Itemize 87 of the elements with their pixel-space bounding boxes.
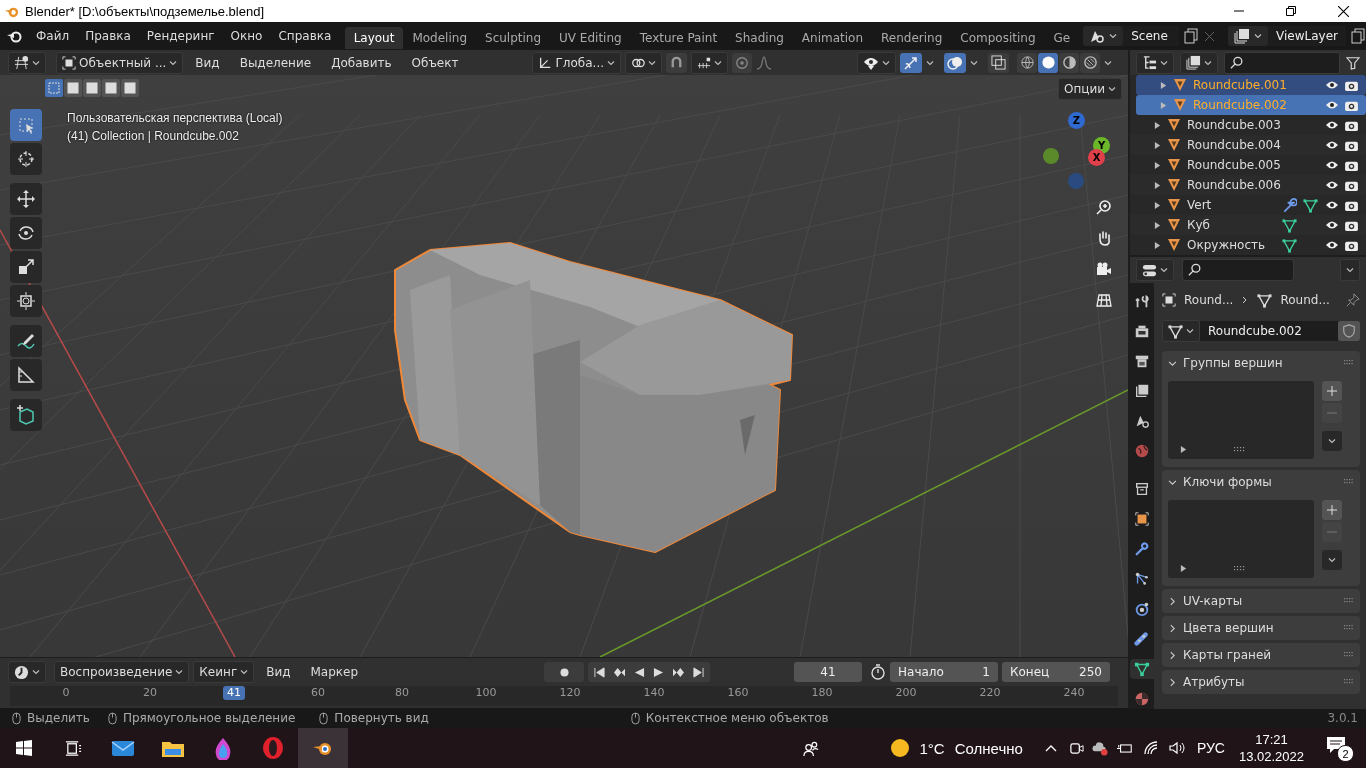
outliner-row[interactable]: Окружность [1130, 235, 1366, 255]
object-name: Vert [1187, 198, 1213, 212]
breadcrumb-item[interactable]: Round... [1280, 293, 1330, 307]
panel-title: Группы вершин [1183, 356, 1283, 370]
status-hint: Прямоугольное выделение [122, 711, 296, 725]
menu-item[interactable]: Вид [187, 55, 228, 70]
menu-item[interactable]: Окно [222, 29, 271, 43]
menu-item[interactable]: Выделение [231, 55, 320, 70]
frame-number: 0 [62, 686, 70, 701]
version-text: 3.0.1 [1327, 711, 1358, 725]
menu-item[interactable]: Объект [403, 55, 467, 70]
data-name-field[interactable]: Roundcube.002 [1200, 321, 1338, 341]
workspace-tab[interactable]: Sculpting [476, 27, 551, 49]
workspace-tab[interactable]: Layout [344, 27, 404, 49]
workspace-tab[interactable]: Compositing [951, 27, 1045, 49]
clock-time[interactable]: 17:21 [1255, 731, 1288, 748]
panel-title: Карты граней [1183, 648, 1272, 662]
clock-date[interactable]: 13.02.2022 [1238, 748, 1304, 765]
outliner-row[interactable]: Roundcube.001 [1136, 75, 1366, 95]
scene-field[interactable]: Scene [1123, 26, 1180, 46]
notification-count: 2 [1337, 745, 1354, 762]
breadcrumb-item[interactable]: Round... [1184, 293, 1234, 307]
menu-item[interactable]: Правка [77, 29, 139, 43]
workspace-tab[interactable]: Modeling [403, 27, 476, 49]
frame-number: 120 [559, 686, 581, 701]
status-hint: Выделить [27, 711, 90, 725]
frame-number: 140 [643, 686, 665, 701]
menu-item[interactable]: Вид [258, 665, 299, 679]
menu-item[interactable]: Справка [270, 29, 340, 43]
outliner-row[interactable]: Vert [1130, 195, 1366, 215]
panel-header[interactable]: Цвета вершин [1162, 616, 1360, 640]
panel-header[interactable]: Карты граней [1162, 643, 1360, 667]
frame-number: 160 [727, 686, 749, 701]
object-name: Roundcube.004 [1187, 138, 1281, 152]
frame-number: 100 [475, 686, 497, 701]
panel-header[interactable]: Ключи формы [1162, 470, 1360, 494]
panel-title: Атрибуты [1183, 675, 1245, 689]
language-indicator[interactable]: РУС [1196, 740, 1225, 756]
frame-number: 240 [1063, 686, 1085, 701]
frame-number: 180 [811, 686, 833, 701]
frame-number: 220 [979, 686, 1001, 701]
menu-item[interactable]: Маркер [302, 665, 367, 679]
object-name: Куб [1187, 218, 1212, 232]
panel-header[interactable]: Группы вершин [1162, 351, 1360, 375]
panel-title: Ключи формы [1183, 475, 1272, 489]
end-frame-field[interactable]: Конец 250 [1002, 662, 1110, 682]
workspace-tab[interactable]: Shading [726, 27, 793, 49]
playback-dropdown[interactable]: Воспроизведение [54, 661, 190, 683]
mode-dropdown[interactable]: Объектный ... [56, 51, 184, 74]
object-name: Roundcube.003 [1187, 118, 1281, 132]
options-dropdown[interactable]: Опции [1057, 78, 1122, 100]
menu-item[interactable]: Рендеринг [138, 29, 223, 43]
weather-text: Солнечно [954, 739, 1023, 757]
object-name: Окружность [1187, 238, 1267, 252]
panel-title: UV-карты [1183, 594, 1243, 608]
object-name: Roundcube.001 [1193, 78, 1287, 92]
panel-header[interactable]: UV-карты [1162, 589, 1360, 613]
workspace-tab[interactable]: Ge [1044, 27, 1080, 49]
menu-item[interactable]: Добавить [323, 55, 400, 70]
frame-number: 20 [143, 686, 157, 701]
viewport-info-text: Пользовательская перспектива (Local) [67, 110, 283, 127]
outliner-row[interactable]: Roundcube.005 [1130, 155, 1366, 175]
workspace-tab[interactable]: Animation [792, 27, 873, 49]
frame-number: 60 [311, 686, 325, 701]
workspace-tab[interactable]: UV Editing [550, 27, 631, 49]
panel-title: Цвета вершин [1183, 621, 1274, 635]
workspace-tab[interactable]: Texture Paint [630, 27, 727, 49]
current-frame-field[interactable]: 41 [794, 662, 862, 682]
window-title: Blender* [D:\объекты\подземелье.blend] [25, 3, 264, 19]
playhead-marker[interactable]: 41 [223, 686, 245, 700]
object-name: Roundcube.006 [1187, 178, 1281, 192]
temperature-text: 1°C [919, 739, 945, 757]
workspace-tab[interactable]: Rendering [872, 27, 952, 49]
orientation-dropdown[interactable]: Глоба... [532, 51, 621, 74]
frame-number: 80 [395, 686, 409, 701]
outliner-row[interactable]: Roundcube.003 [1130, 115, 1366, 135]
menu-item[interactable]: Файл [28, 29, 78, 43]
start-frame-field[interactable]: Начало 1 [890, 662, 998, 682]
object-name: Roundcube.002 [1193, 98, 1287, 112]
viewport-info-text: (41) Collection | Roundcube.002 [67, 128, 240, 145]
status-hint: Повернуть вид [334, 711, 429, 725]
view-layer-field[interactable]: ViewLayer [1268, 26, 1346, 46]
status-hint: Контекстное меню объектов [645, 711, 829, 725]
frame-number: 200 [895, 686, 917, 701]
keying-dropdown[interactable]: Кеинг [193, 661, 255, 683]
panel-header[interactable]: Атрибуты [1162, 670, 1360, 694]
object-name: Roundcube.005 [1187, 158, 1281, 172]
